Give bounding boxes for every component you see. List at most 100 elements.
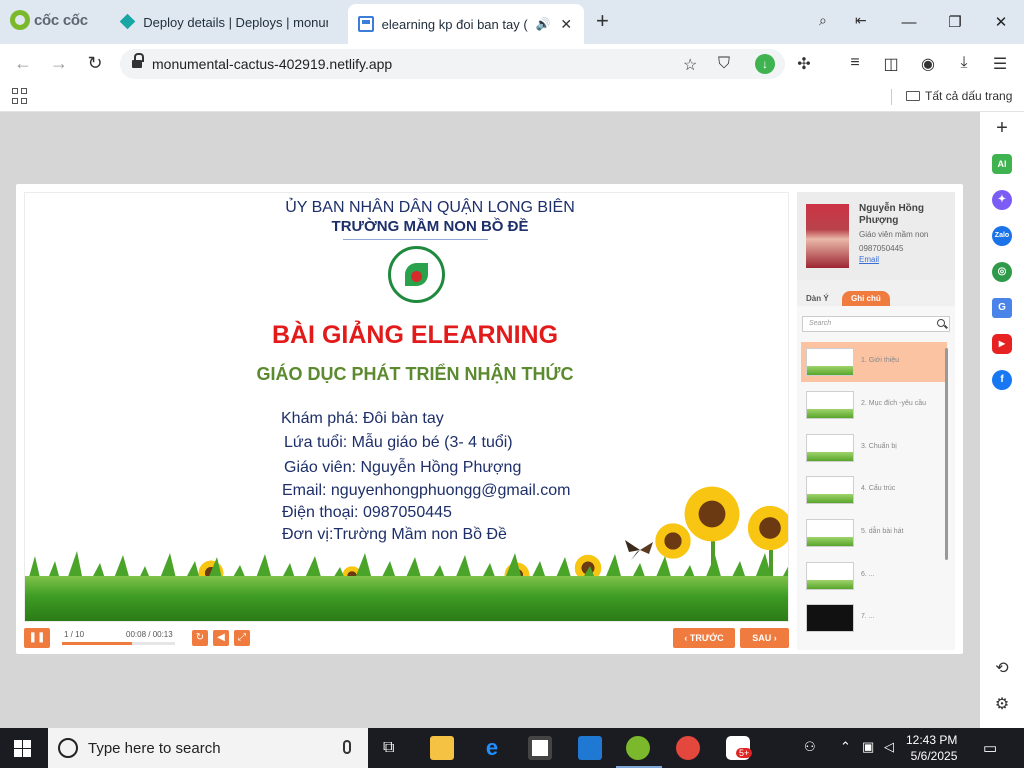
speaker-icon[interactable]: 🔊 [536,17,551,31]
outline-item[interactable]: 6. ... [801,556,947,596]
split-view-icon[interactable]: ◫ [881,54,901,74]
next-button[interactable]: SAU › [740,628,789,648]
info-email: Email: nguyenhongphuongg@gmail.com [282,482,571,499]
minimize-icon[interactable]: — [886,14,932,31]
downloads-icon[interactable]: ⤓ [954,54,974,72]
taskbar-search-box[interactable]: Type here to search [48,728,368,768]
outline-item[interactable]: 5. dẫn bài hát [801,513,947,553]
chrome-icon[interactable] [676,736,700,760]
maximize-icon[interactable]: ❐ [932,13,978,31]
close-tab-icon[interactable]: ✕ [558,16,574,33]
outline-item-label: 6. ... [861,571,875,578]
fullscreen-icon[interactable]: ⤢ [234,630,250,646]
back-history-icon[interactable]: ⇤ [855,12,867,29]
people-icon[interactable]: ⚇ [804,739,816,755]
apps-grid-icon[interactable] [12,88,28,104]
system-clock[interactable]: 12:43 PM 5/6/2025 [906,732,957,764]
coccoc-logo-icon [10,10,30,30]
file-explorer-icon[interactable] [430,736,454,760]
netlify-favicon-icon [120,14,135,30]
edge-icon[interactable]: e [480,736,504,760]
close-window-icon[interactable]: ✕ [978,13,1024,31]
tab-outline[interactable]: Dàn Ý [797,291,838,306]
outline-item[interactable]: 1. Giới thiệu [801,342,947,382]
outline-scrollbar[interactable] [945,348,948,560]
speaker-icon[interactable]: ◁ [884,739,894,755]
district-header: ỦY BAN NHÂN DÂN QUẬN LONG BIÊN [285,199,575,216]
pause-button[interactable]: ❚❚ [24,628,50,648]
tab-notes[interactable]: Ghi chú [842,291,890,306]
outline-item[interactable]: 3. Chuẩn bị [801,428,947,468]
outline-item[interactable]: 4. Cấu trúc [801,470,947,510]
translate-icon[interactable]: G [992,298,1012,318]
store-icon[interactable] [528,736,552,760]
replay-icon[interactable]: ↻ [192,630,208,646]
address-bar[interactable]: monumental-cactus-402919.netlify.app ☆ ⛉ [120,49,785,79]
chevron-right-icon: › [771,633,777,643]
browser-brand: cốc cốc [34,11,88,29]
lesson-title: BÀI GIẢNG ELEARNING [271,321,559,349]
lesson-subject: GIÁO DỤC PHÁT TRIỂN NHẬN THỨC [256,364,574,384]
add-icon[interactable]: + [992,118,1012,138]
windows-start-icon[interactable] [14,740,31,757]
lock-icon[interactable] [132,53,144,69]
presenter-email-link[interactable]: Email [859,255,879,264]
coccoc-taskbar-icon[interactable] [626,736,650,760]
tray-chevron-icon[interactable]: ⌃ [840,739,851,755]
back-arrow-icon[interactable]: ← [12,53,34,74]
tab-deploy-details[interactable]: Deploy details | Deploys | monum [110,4,338,40]
profile-icon[interactable]: ◉ [918,54,938,74]
ai-icon[interactable]: AI [992,154,1012,174]
network-icon[interactable]: ▣ [862,739,874,755]
slide-thumbnail [806,348,854,376]
messenger-icon[interactable]: ✦ [992,190,1012,210]
notification-count-badge: 5+ [736,748,753,758]
outline-search-input[interactable]: Search [802,316,950,332]
taskbar-search-placeholder: Type here to search [88,740,221,757]
all-bookmarks-folder[interactable]: Tất cả dấu trang [906,89,1012,103]
volume-icon[interactable]: ◀ [213,630,229,646]
outline-item[interactable]: 7. ... [801,598,947,638]
prev-button[interactable]: ‹ TRƯỚC [673,628,735,648]
menu-icon[interactable]: ☰ [990,54,1010,74]
search-icon[interactable] [937,319,945,327]
history-icon[interactable]: ⟲ [992,659,1012,679]
info-unit: Đơn vị:Trường Mầm non Bồ Đề [282,526,507,543]
microphone-icon[interactable] [343,740,351,754]
progress-bar[interactable] [62,642,175,645]
tab-elearning[interactable]: elearning kp đoi ban tay (đ 🔊 ✕ [348,4,584,44]
slide-thumbnail [806,519,854,547]
bookmark-star-icon[interactable]: ☆ [683,55,697,75]
outline-item-label: 2. Mục đích -yêu cầu [861,400,926,407]
settings-gear-icon[interactable]: ⚙ [992,695,1012,715]
sunflower-icon [745,503,788,553]
outline-item-label: 1. Giới thiệu [861,357,900,364]
new-tab-button[interactable]: + [596,10,609,32]
url-text[interactable]: monumental-cactus-402919.netlify.app [152,56,392,72]
next-label: SAU [752,633,772,643]
reload-icon[interactable]: ↻ [84,53,106,74]
zalo-icon[interactable]: Zalo [992,226,1012,246]
game-icon[interactable]: ◎ [992,262,1012,282]
clock-date: 5/6/2025 [910,749,958,763]
forward-arrow-icon[interactable]: → [48,53,70,74]
time-display: 00:08 / 00:13 [126,630,173,639]
outline-item[interactable]: 2. Mục đích -yêu cầu [801,385,947,425]
facebook-icon[interactable]: f [992,370,1012,390]
browser-logo[interactable]: cốc cốc [10,10,88,30]
info-age: Lứa tuổi: Mẫu giáo bé (3- 4 tuổi) [284,434,513,451]
mail-icon[interactable] [578,736,602,760]
elearning-player: ỦY BAN NHÂN DÂN QUẬN LONG BIÊN TRƯỜNG MẦ… [16,184,963,654]
tab-search-icon[interactable]: ⌕ [819,12,827,29]
action-center-icon[interactable]: ▭ [983,739,997,757]
media-controls-icon[interactable]: ≡ [845,54,865,72]
tab-strip: cốc cốc Deploy details | Deploys | monum… [0,0,1024,44]
shield-icon[interactable]: ⛉ [718,55,730,73]
youtube-icon[interactable]: ▶ [992,334,1012,354]
download-status-icon[interactable]: ↓ [755,54,775,74]
school-logo [388,246,445,303]
slide-canvas: ỦY BAN NHÂN DÂN QUẬN LONG BIÊN TRƯỜNG MẦ… [24,192,789,622]
grass-strip [25,576,788,621]
extensions-icon[interactable]: ✣ [794,54,814,74]
task-view-icon[interactable]: ⧉ [383,739,394,757]
